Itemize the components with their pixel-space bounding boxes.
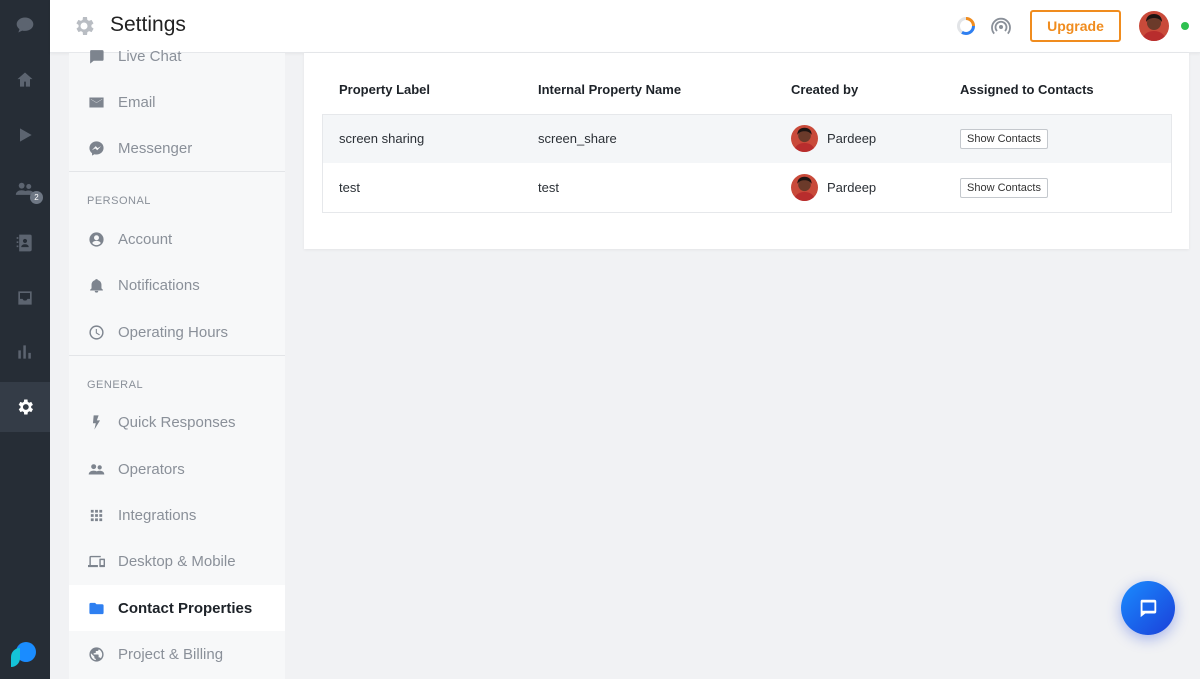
home-icon: [17, 72, 33, 87]
avatar-image: [1139, 11, 1169, 41]
sidebar-item-label: Operators: [118, 460, 185, 478]
table-row: test test Pardeep Show Contacts: [323, 164, 1171, 212]
online-status-dot: [1181, 22, 1189, 30]
cell-property-label: test: [339, 180, 360, 195]
column-header-created-by: Created by: [791, 82, 859, 97]
clock-icon: [89, 324, 104, 340]
sidebar-divider: [69, 171, 285, 172]
play-icon: [20, 128, 32, 142]
inbox-icon: [18, 291, 32, 305]
sidebar-item-quick-responses[interactable]: Quick Responses: [69, 399, 285, 445]
creator-avatar: [791, 174, 818, 201]
sidebar-divider: [69, 355, 285, 356]
cell-internal-name: screen_share: [538, 131, 617, 146]
globe-icon: [89, 646, 104, 662]
chat-widget-button[interactable]: [1121, 581, 1175, 635]
sidebar-item-integrations[interactable]: Integrations: [69, 492, 285, 538]
rail-address-book[interactable]: [0, 219, 50, 267]
sidebar-item-desktop-mobile[interactable]: Desktop & Mobile: [69, 538, 285, 584]
settings-sidebar: Live Chat Email Messenger PERSONAL Accou…: [69, 48, 285, 679]
upgrade-button[interactable]: Upgrade: [1030, 10, 1121, 42]
sidebar-item-label: Live Chat: [118, 47, 182, 65]
devices-icon: [88, 555, 105, 567]
brand-logo: [11, 642, 36, 667]
sidebar-item-operating-hours[interactable]: Operating Hours: [69, 309, 285, 355]
sidebar-item-account[interactable]: Account: [69, 216, 285, 262]
sidebar-item-contact-properties[interactable]: Contact Properties: [69, 585, 285, 631]
chat-icon: [16, 17, 34, 33]
reports-icon: [18, 345, 31, 359]
lightning-icon: [92, 414, 101, 430]
grid-icon: [90, 509, 103, 521]
sidebar-item-operators[interactable]: Operators: [69, 446, 285, 492]
properties-table: screen sharing screen_share Pardeep Show…: [322, 114, 1172, 213]
sidebar-item-live-chat[interactable]: Live Chat: [69, 33, 285, 79]
rail-chat[interactable]: [0, 1, 50, 49]
rail-settings[interactable]: [0, 382, 50, 432]
messenger-icon: [89, 140, 104, 156]
sidebar-item-project-billing[interactable]: Project & Billing: [69, 631, 285, 677]
settings-icon: [18, 399, 33, 415]
rail-reports[interactable]: [0, 328, 50, 376]
section-label-general: GENERAL: [87, 379, 144, 391]
rail-contacts[interactable]: 2: [0, 165, 50, 213]
column-header-property-label: Property Label: [339, 82, 431, 97]
cell-created-by: Pardeep: [827, 131, 877, 146]
cell-created-by: Pardeep: [827, 180, 877, 195]
broadcast-icon[interactable]: [990, 15, 1012, 37]
show-contacts-button[interactable]: Show Contacts: [960, 178, 1048, 198]
account-icon: [89, 231, 104, 247]
chat-widget-icon: [1140, 599, 1157, 618]
column-header-internal-name: Internal Property Name: [538, 82, 682, 97]
show-contacts-button[interactable]: Show Contacts: [960, 129, 1048, 149]
chat-bubble-icon: [90, 49, 104, 64]
sidebar-item-label: Email: [118, 93, 156, 111]
folder-icon: [89, 602, 104, 614]
rail-play[interactable]: [0, 111, 50, 159]
contacts-badge: 2: [30, 191, 43, 204]
cell-property-label: screen sharing: [339, 131, 425, 146]
table-row: screen sharing screen_share Pardeep Show…: [323, 115, 1171, 163]
rail-inbox[interactable]: [0, 274, 50, 322]
creator-avatar: [791, 125, 818, 152]
cell-internal-name: test: [538, 180, 559, 195]
sidebar-item-label: Operating Hours: [118, 323, 229, 341]
sidebar-item-label: Integrations: [118, 506, 197, 524]
bell-icon: [90, 278, 103, 293]
people-icon: [88, 463, 105, 474]
envelope-icon: [89, 97, 104, 107]
progress-ring-icon[interactable]: [956, 16, 976, 36]
rail-home[interactable]: [0, 56, 50, 104]
avatar-image: [791, 125, 818, 152]
sidebar-item-label: Quick Responses: [118, 413, 236, 431]
sidebar-item-notifications[interactable]: Notifications: [69, 262, 285, 308]
column-header-assigned: Assigned to Contacts: [960, 82, 1094, 97]
sidebar-item-messenger[interactable]: Messenger: [69, 125, 285, 171]
sidebar-item-label: Contact Properties: [118, 599, 253, 617]
sidebar-item-label: Desktop & Mobile: [118, 552, 236, 570]
sidebar-item-label: Notifications: [118, 276, 200, 294]
section-label-personal: PERSONAL: [87, 195, 151, 207]
contact-properties-card: Property Label Internal Property Name Cr…: [304, 53, 1189, 249]
sidebar-item-label: Messenger: [118, 139, 193, 157]
sidebar-item-label: Project & Billing: [118, 645, 224, 663]
app-rail: 2: [0, 0, 50, 679]
sidebar-item-label: Account: [118, 230, 173, 248]
avatar-image: [791, 174, 818, 201]
address-book-icon: [16, 234, 32, 252]
sidebar-item-email[interactable]: Email: [69, 79, 285, 125]
user-avatar[interactable]: [1139, 11, 1169, 41]
